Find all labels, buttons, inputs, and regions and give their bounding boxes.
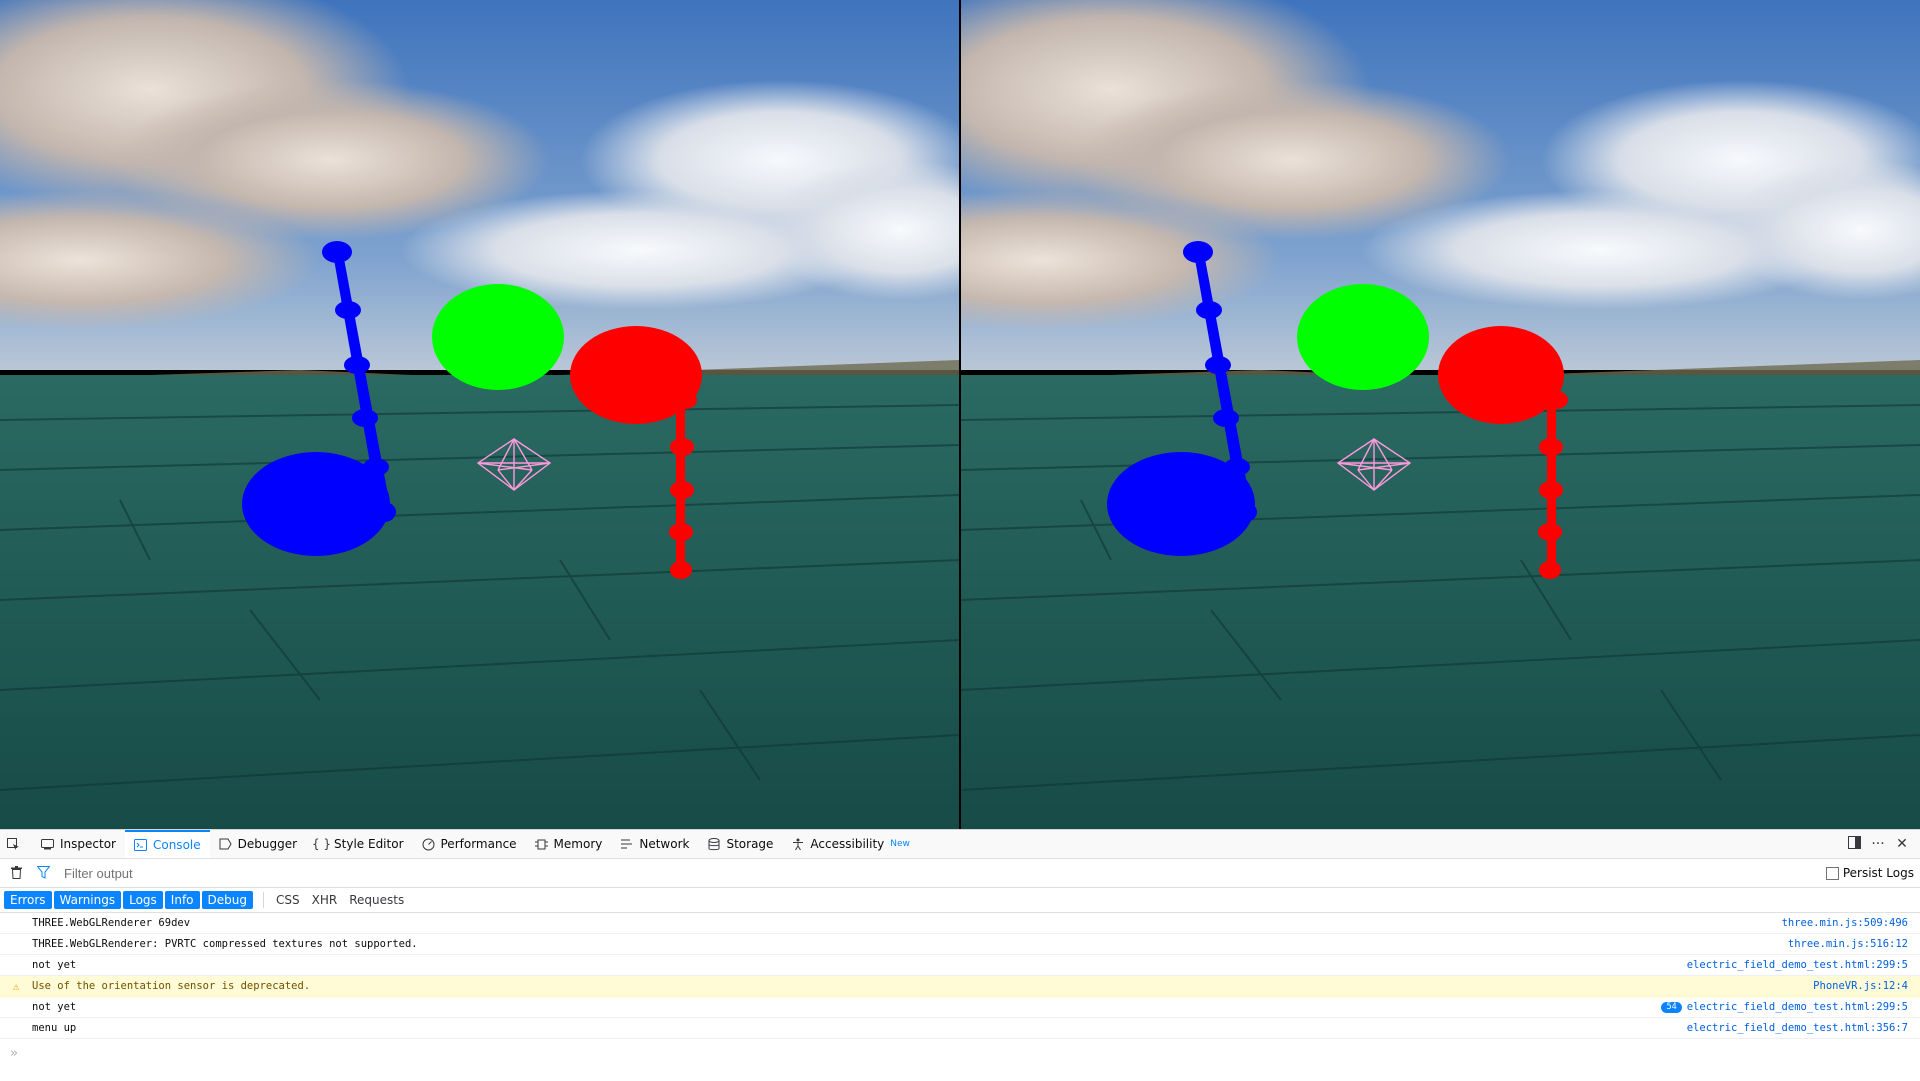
tab-label: Storage — [726, 837, 774, 851]
prompt-chevron-icon: » — [10, 1045, 18, 1061]
dock-side-button[interactable] — [1842, 832, 1866, 856]
vr-scene-left — [0, 0, 959, 829]
persist-logs-label: Persist Logs — [1842, 866, 1914, 880]
tab-memory[interactable]: Memory — [526, 830, 612, 858]
message-source-link[interactable]: electric_field_demo_test.html:299:5 — [1687, 959, 1908, 971]
message-text: not yet — [32, 1001, 77, 1013]
blue-charge-sphere — [1107, 452, 1255, 556]
tab-accessibility[interactable]: Accessibility New — [782, 830, 918, 858]
divider — [262, 892, 264, 908]
filter-warnings-button[interactable]: Warnings — [53, 891, 122, 909]
filter-requests-button[interactable]: Requests — [343, 891, 410, 909]
green-charge-sphere — [1297, 284, 1429, 390]
console-message: THREE.WebGLRenderer: PVRTC compressed te… — [0, 934, 1920, 955]
tab-label: Memory — [553, 837, 603, 851]
message-text: not yet — [32, 959, 77, 971]
dock-side-icon — [1847, 835, 1861, 853]
console-message: menu up electric_field_demo_test.html:35… — [0, 1018, 1920, 1039]
accessibility-icon — [791, 838, 804, 851]
gauge-icon — [422, 838, 435, 851]
memory-chip-icon — [534, 838, 548, 851]
console-output: THREE.WebGLRenderer 69dev three.min.js:5… — [0, 913, 1920, 1067]
element-picker-button[interactable] — [0, 830, 32, 858]
devtools-panel: Inspector Console Debugger { } Style Edi… — [0, 829, 1920, 1081]
message-source: 54 electric_field_demo_test.html:299:5 — [1661, 1001, 1908, 1013]
blue-charge-sphere — [242, 452, 390, 556]
message-text: menu up — [32, 1022, 77, 1034]
message-source-link[interactable]: electric_field_demo_test.html:299:5 — [1687, 1001, 1908, 1013]
message-source-link[interactable]: three.min.js:516:12 — [1788, 938, 1908, 950]
database-icon — [707, 837, 720, 851]
tab-console[interactable]: Console — [124, 830, 210, 858]
persist-logs-checkbox[interactable] — [1825, 866, 1839, 880]
green-charge-sphere — [432, 284, 564, 390]
left-eye-view — [0, 0, 959, 829]
tab-inspector[interactable]: Inspector — [32, 830, 125, 858]
console-message: not yet 54 electric_field_demo_test.html… — [0, 997, 1920, 1018]
message-source-link[interactable]: PhoneVR.js:12:4 — [1813, 980, 1908, 992]
filter-xhr-button[interactable]: XHR — [306, 891, 344, 909]
tab-label: Accessibility — [810, 837, 885, 851]
inspector-icon — [41, 838, 54, 851]
more-options-button[interactable]: ··· — [1866, 832, 1890, 856]
debugger-icon — [219, 838, 232, 851]
tab-label: Debugger — [237, 837, 298, 851]
repeat-count-badge: 54 — [1661, 1001, 1682, 1013]
tab-debugger[interactable]: Debugger — [210, 830, 306, 858]
tab-label: Inspector — [60, 837, 116, 851]
console-input-prompt[interactable]: » — [0, 1039, 1920, 1067]
ellipsis-icon: ··· — [1871, 836, 1885, 852]
tab-performance[interactable]: Performance — [413, 830, 526, 858]
console-warning-message: ⚠ Use of the orientation sensor is depre… — [0, 976, 1920, 997]
filter-output-input[interactable] — [62, 864, 1566, 882]
trash-icon — [10, 864, 22, 883]
tab-storage[interactable]: Storage — [698, 830, 782, 858]
toolbox-tab-bar: Inspector Console Debugger { } Style Edi… — [0, 830, 1920, 859]
log-level-filters: Errors Warnings Logs Info Debug CSS XHR … — [0, 888, 1920, 913]
console-filter-bar: Persist Logs — [0, 859, 1920, 888]
filter-info-button[interactable]: Info — [164, 891, 200, 909]
console-icon — [133, 839, 147, 852]
close-devtools-button[interactable]: ✕ — [1890, 832, 1914, 856]
console-message: THREE.WebGLRenderer 69dev three.min.js:5… — [0, 913, 1920, 934]
funnel-icon — [35, 864, 51, 883]
filter-errors-button[interactable]: Errors — [4, 891, 52, 909]
tab-label: Performance — [440, 837, 517, 851]
tab-label: Style Editor — [334, 837, 404, 851]
new-badge: New — [890, 839, 910, 849]
braces-icon: { } — [311, 837, 332, 851]
tab-network[interactable]: Network — [611, 830, 698, 858]
right-eye-view — [961, 0, 1920, 829]
persist-logs-toggle[interactable]: Persist Logs — [1825, 866, 1914, 880]
filter-toggle-button[interactable] — [32, 864, 54, 883]
clear-console-button[interactable] — [0, 864, 32, 883]
wooden-floor — [961, 375, 1920, 829]
close-icon: ✕ — [1896, 836, 1908, 852]
red-charge-sphere — [1438, 326, 1564, 424]
tab-label: Network — [639, 837, 690, 851]
network-icon — [620, 838, 633, 851]
element-picker-icon — [6, 837, 20, 851]
message-source-link[interactable]: three.min.js:509:496 — [1782, 917, 1908, 929]
filter-debug-button[interactable]: Debug — [201, 891, 253, 909]
tab-label: Console — [152, 838, 201, 852]
tab-style-editor[interactable]: { } Style Editor — [306, 830, 412, 858]
filter-css-button[interactable]: CSS — [270, 891, 306, 909]
webgl-canvas[interactable] — [0, 0, 1920, 829]
wooden-floor — [0, 375, 959, 829]
message-text: THREE.WebGLRenderer: PVRTC compressed te… — [32, 938, 418, 950]
message-text: THREE.WebGLRenderer 69dev — [32, 917, 191, 929]
toolbox-controls: ··· ✕ — [1842, 830, 1914, 858]
filter-logs-button[interactable]: Logs — [123, 891, 163, 909]
vr-scene-right — [961, 0, 1920, 829]
console-message: not yet electric_field_demo_test.html:29… — [0, 955, 1920, 976]
message-source-link[interactable]: electric_field_demo_test.html:356:7 — [1687, 1022, 1908, 1034]
warning-icon: ⚠ — [12, 979, 20, 993]
message-text: Use of the orientation sensor is depreca… — [32, 980, 311, 992]
